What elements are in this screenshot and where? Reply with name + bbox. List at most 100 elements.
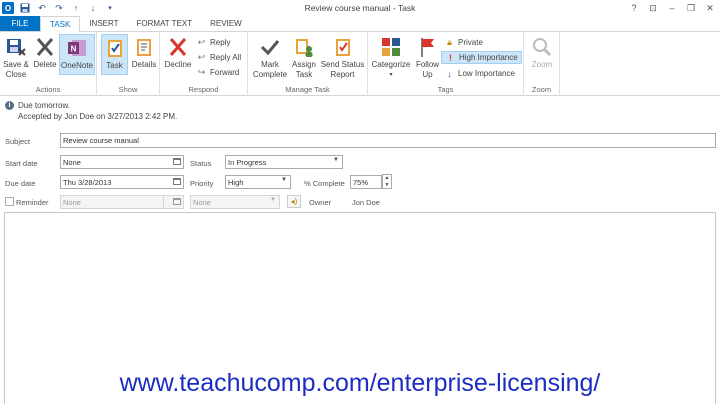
start-date-value: None — [63, 157, 81, 167]
subject-label: Subject — [5, 137, 31, 146]
info-due-text: Due tomorrow. — [18, 101, 71, 110]
outlook-logo-icon: O — [2, 2, 14, 14]
watermark-url: www.teachucomp.com/enterprise-licensing/ — [119, 369, 601, 397]
customize-icon[interactable]: ▾ — [103, 1, 117, 15]
close-icon[interactable]: ✕ — [702, 1, 718, 15]
calendar-icon — [173, 198, 181, 205]
spin-up-icon[interactable]: ▲ — [383, 175, 391, 182]
flag-icon — [417, 36, 439, 58]
onenote-icon: N — [66, 37, 88, 59]
chevron-down-icon: ▼ — [333, 157, 339, 163]
private-button[interactable]: 🔒︎ Private — [444, 36, 483, 49]
save-close-icon — [5, 36, 27, 58]
zoom-button[interactable]: Zoom — [528, 36, 556, 70]
status-select[interactable]: In Progress ▼ — [225, 155, 343, 169]
delete-button[interactable]: Delete — [32, 36, 58, 70]
reminder-checkbox[interactable] — [5, 197, 14, 206]
spin-down-icon[interactable]: ▼ — [383, 182, 391, 189]
categorize-dropdown-icon: ▾ — [389, 72, 393, 78]
redo-icon[interactable]: ↷ — [52, 1, 66, 15]
calendar-icon[interactable] — [173, 178, 181, 185]
group-show: Task Details Show — [97, 32, 160, 96]
reply-all-button[interactable]: ↩ Reply All — [196, 51, 241, 64]
status-value: In Progress — [228, 157, 267, 167]
send-status-report-label: Send Status Report — [320, 60, 365, 79]
mark-complete-button[interactable]: Mark Complete — [251, 36, 289, 80]
group-manage-task-label: Manage Task — [285, 85, 330, 94]
start-date-field[interactable]: None — [60, 155, 184, 169]
reply-icon: ↩ — [197, 37, 206, 47]
categorize-button[interactable]: Categorize ▾ — [369, 36, 413, 80]
tab-file[interactable]: FILE — [0, 16, 40, 31]
group-actions: Save & Close Delete N OneNote Actions — [0, 32, 97, 96]
due-date-field[interactable]: Thu 3/28/2013 — [60, 175, 184, 189]
send-status-report-button[interactable]: Send Status Report — [319, 36, 366, 80]
follow-up-label: Follow Up — [415, 60, 440, 79]
minimize-icon[interactable]: – — [664, 1, 680, 15]
tab-format-text[interactable]: FORMAT TEXT — [128, 16, 202, 31]
details-label: Details — [131, 60, 157, 69]
ribbon-display-icon[interactable]: ⊡ — [645, 1, 661, 15]
low-importance-icon: ↓ — [447, 68, 452, 79]
reply-button[interactable]: ↩ Reply — [196, 36, 231, 49]
forward-button[interactable]: ↪ Forward — [196, 66, 240, 79]
group-respond: Decline ↩ Reply ↩ Reply All ↪ Forward Re… — [160, 32, 248, 96]
undo-icon[interactable]: ↶ — [35, 1, 49, 15]
reminder-time-select[interactable]: None ▼ — [190, 195, 280, 209]
calendar-icon[interactable] — [173, 158, 181, 165]
task-view-label: Task — [106, 61, 123, 70]
save-close-label: Save & Close — [3, 60, 29, 79]
down-icon[interactable]: ↓ — [86, 1, 100, 15]
low-importance-label: Low Importance — [458, 69, 515, 78]
details-button[interactable]: Details — [130, 36, 158, 70]
reminder-date-field[interactable]: None — [60, 195, 164, 209]
forward-label: Forward — [210, 68, 240, 77]
up-icon[interactable]: ↑ — [69, 1, 83, 15]
high-importance-button[interactable]: ! High Importance — [441, 51, 522, 64]
svg-text:N: N — [71, 45, 77, 54]
group-tags-label: Tags — [437, 85, 454, 94]
percent-complete-spinner[interactable]: ▲ ▼ — [382, 174, 392, 189]
reminder-sound-icon[interactable]: ◂) — [287, 195, 301, 208]
checkmark-icon — [259, 36, 281, 58]
decline-button[interactable]: Decline — [163, 36, 193, 70]
quick-access-toolbar: O ↶ ↷ ↑ ↓ ▾ — [2, 1, 120, 15]
reply-all-label: Reply All — [210, 53, 242, 62]
tab-review[interactable]: REVIEW — [201, 16, 251, 31]
due-date-label: Due date — [5, 179, 36, 188]
reminder-label: Reminder — [16, 198, 49, 207]
task-view-button[interactable]: Task — [101, 34, 128, 75]
subject-input[interactable]: Review course manual — [60, 133, 716, 148]
group-zoom: Zoom Zoom — [524, 32, 560, 96]
reminder-calendar-button[interactable] — [164, 195, 184, 209]
follow-up-button[interactable]: Follow Up — [414, 36, 441, 80]
priority-value: High — [228, 177, 244, 187]
info-icon: i — [5, 101, 14, 110]
zoom-label: Zoom — [531, 60, 553, 69]
save-close-button[interactable]: Save & Close — [2, 36, 30, 80]
priority-select[interactable]: High ▼ — [225, 175, 291, 189]
restore-icon[interactable]: ❐ — [683, 1, 699, 15]
assign-task-button[interactable]: Assign Task — [290, 36, 318, 80]
assign-task-icon — [293, 36, 315, 58]
onenote-button[interactable]: N OneNote — [59, 34, 95, 75]
due-date-value: Thu 3/28/2013 — [63, 177, 112, 187]
tab-task[interactable]: TASK — [40, 16, 81, 32]
info-bar: i Due tomorrow. Accepted by Jon Doe on 3… — [0, 98, 720, 126]
percent-complete-input[interactable]: 75% — [350, 175, 382, 189]
group-manage-task: Mark Complete Assign Task Send Status Re… — [248, 32, 368, 96]
group-respond-label: Respond — [188, 85, 219, 94]
chevron-down-icon: ▼ — [281, 177, 287, 183]
tab-insert[interactable]: INSERT — [80, 16, 127, 31]
ribbon: Save & Close Delete N OneNote Actions Ta… — [0, 32, 720, 96]
low-importance-button[interactable]: ↓ Low Importance — [444, 67, 515, 80]
help-icon[interactable]: ? — [626, 1, 642, 15]
task-clipboard-icon — [104, 37, 126, 59]
save-icon[interactable] — [18, 1, 32, 15]
private-label: Private — [458, 38, 483, 47]
reminder-date-value: None — [63, 197, 81, 207]
delete-label: Delete — [33, 60, 57, 69]
decline-label: Decline — [164, 60, 192, 69]
ribbon-tabs: FILE TASK INSERT FORMAT TEXT REVIEW — [0, 16, 720, 32]
status-label: Status — [190, 159, 212, 168]
